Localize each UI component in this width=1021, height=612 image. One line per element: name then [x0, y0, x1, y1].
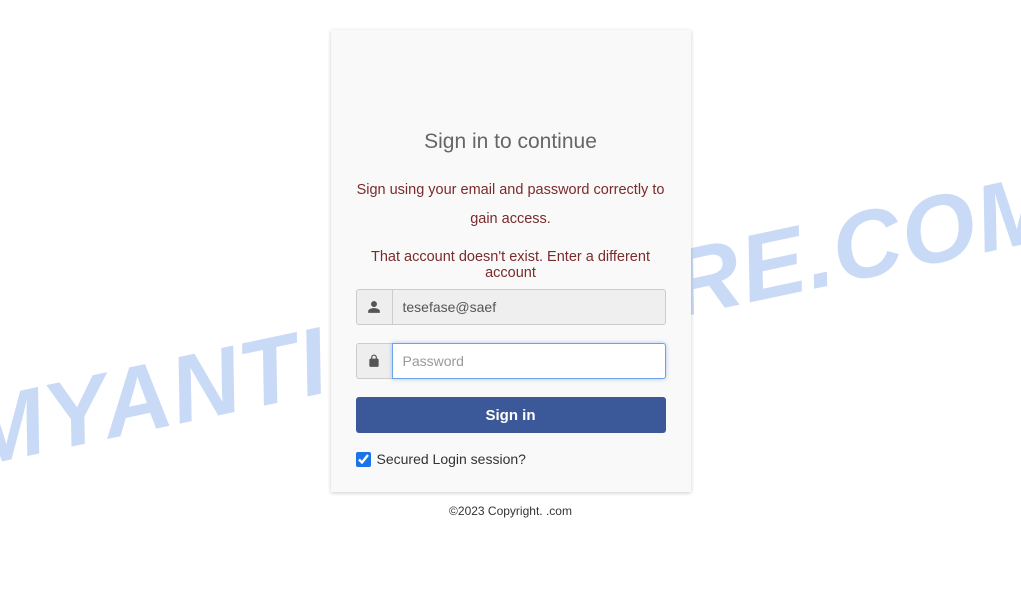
copyright-text: ©2023 Copyright. .com	[0, 504, 1021, 518]
page-title: Sign in to continue	[356, 130, 666, 154]
email-input-group	[356, 289, 666, 325]
email-field[interactable]	[392, 289, 666, 325]
signin-button[interactable]: Sign in	[356, 397, 666, 433]
secured-session-label: Secured Login session?	[377, 451, 526, 467]
lock-icon	[356, 343, 392, 379]
secured-session-row: Secured Login session?	[356, 451, 666, 467]
instruction-text: Sign using your email and password corre…	[356, 176, 666, 234]
password-field[interactable]	[392, 343, 666, 379]
user-icon	[356, 289, 392, 325]
secured-session-checkbox[interactable]	[356, 452, 371, 467]
error-message: That account doesn't exist. Enter a diff…	[356, 249, 666, 281]
password-input-group	[356, 343, 666, 379]
login-card: Sign in to continue Sign using your emai…	[331, 30, 691, 492]
